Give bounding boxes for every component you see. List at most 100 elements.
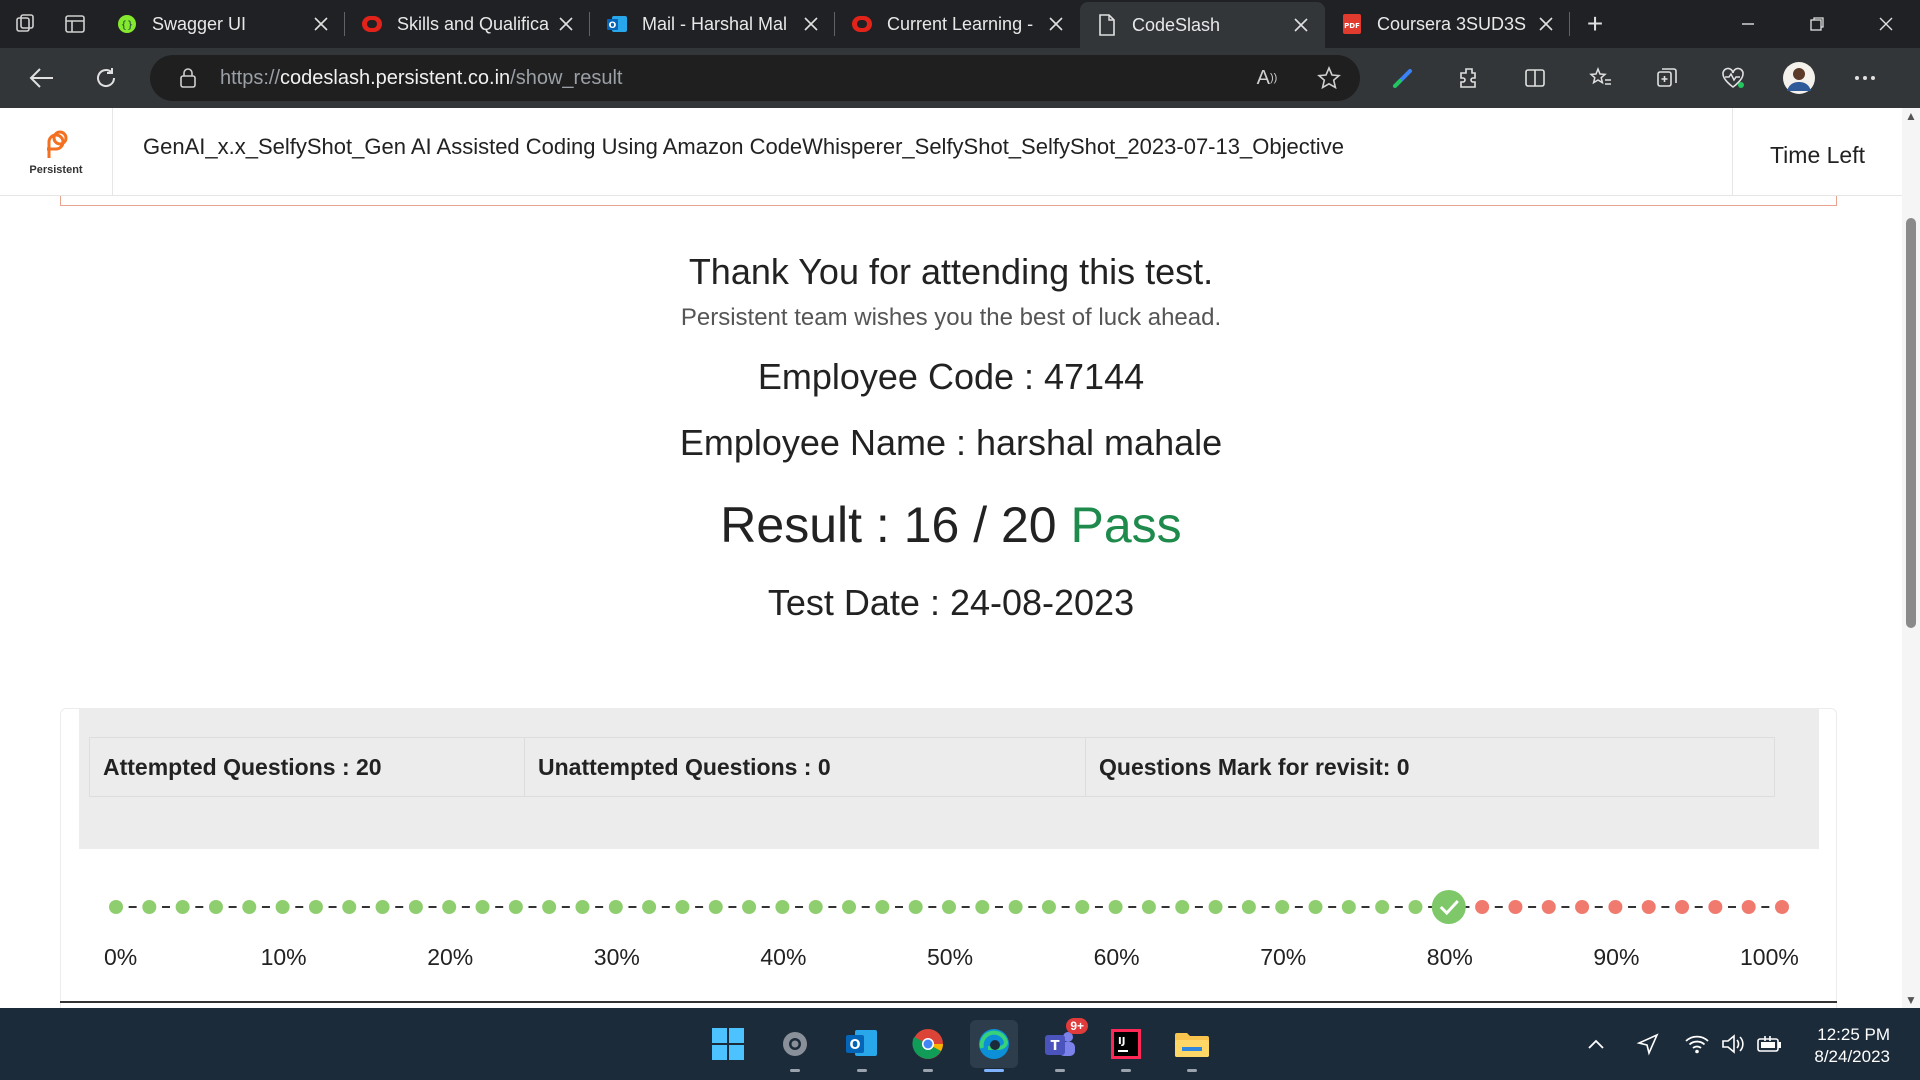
tick-label: 10% — [261, 944, 307, 970]
close-icon[interactable] — [1044, 12, 1068, 36]
tick-label: 60% — [1094, 944, 1140, 970]
outlook-icon[interactable]: O — [838, 1020, 886, 1072]
scroll-thumb[interactable] — [1906, 218, 1916, 628]
edge-icon[interactable] — [970, 1020, 1018, 1072]
tab-actions-icon[interactable] — [50, 0, 100, 48]
close-icon[interactable] — [309, 12, 333, 36]
battery-icon[interactable] — [1756, 1008, 1784, 1080]
progress-dot-passed — [1041, 900, 1056, 914]
progress-dot-passed — [808, 900, 823, 914]
progress-dot-passed — [642, 900, 657, 914]
wishes-text: Persistent team wishes you the best of l… — [680, 304, 1222, 331]
result-frame-border — [60, 196, 1837, 206]
section-divider — [60, 1001, 1837, 1003]
url-field[interactable]: https://codeslash.persistent.co.in/show_… — [150, 55, 1360, 101]
tab-coursera[interactable]: PDF Coursera 3SUD3S — [1325, 0, 1570, 48]
tab-current-learning[interactable]: Current Learning - — [835, 0, 1080, 48]
persistent-logo[interactable]: Persistent — [0, 108, 113, 196]
system-clock[interactable]: 12:25 PM 8/24/2023 — [1814, 1024, 1890, 1068]
back-button[interactable] — [10, 48, 74, 108]
teams-icon[interactable]: T 9+ — [1036, 1018, 1088, 1072]
progress-dot-passed — [1141, 900, 1156, 914]
progress-dot-remaining — [1641, 900, 1656, 914]
wifi-icon[interactable] — [1684, 1008, 1710, 1080]
progress-dot-passed — [508, 900, 523, 914]
app-header: Persistent GenAI_x.x_SelfyShot_Gen AI As… — [0, 108, 1902, 196]
brand-name: Persistent — [29, 164, 83, 176]
restore-button[interactable] — [1782, 0, 1851, 48]
lock-icon[interactable] — [176, 67, 200, 89]
close-window-button[interactable] — [1851, 0, 1920, 48]
tab-codeslash[interactable]: CodeSlash — [1080, 2, 1325, 48]
progress-dot-passed — [1241, 900, 1256, 914]
page-scrollbar[interactable]: ▲ ▼ — [1902, 108, 1920, 1008]
file-explorer-icon[interactable] — [1168, 1020, 1216, 1072]
result-label: Result : 16 / 20 — [720, 497, 1057, 553]
progress-dot-remaining — [1508, 900, 1523, 914]
tick-label: 40% — [760, 944, 806, 970]
close-icon[interactable] — [1534, 12, 1558, 36]
volume-icon[interactable] — [1720, 1008, 1746, 1080]
minimize-button[interactable] — [1713, 0, 1782, 48]
windows-taskbar: O T 9+ IJ 12:25 PM 8/24/2023 — [0, 1008, 1920, 1080]
tick-label: 80% — [1427, 944, 1473, 970]
progress-dot-passed — [475, 900, 490, 914]
progress-dot-remaining — [1741, 900, 1756, 914]
split-screen-icon[interactable] — [1502, 48, 1568, 108]
show-hidden-icons-chevron[interactable] — [1586, 1008, 1606, 1080]
tick-label: 0% — [104, 944, 137, 970]
close-icon[interactable] — [554, 12, 578, 36]
intellij-icon[interactable]: IJ — [1102, 1020, 1150, 1072]
progress-dot-passed — [408, 900, 423, 914]
settings-icon[interactable] — [771, 1020, 819, 1072]
pdf-icon: PDF — [1341, 13, 1363, 35]
progress-dot-passed — [342, 900, 357, 914]
favorite-star-icon[interactable] — [1298, 66, 1360, 90]
progress-dot-passed — [542, 900, 557, 914]
teams-badge: 9+ — [1066, 1018, 1088, 1034]
test-date: Test Date : 24-08-2023 — [767, 582, 1135, 623]
scroll-down-arrow[interactable]: ▼ — [1905, 994, 1917, 1006]
tab-label: Skills and Qualifica — [397, 13, 550, 34]
page-content: Persistent GenAI_x.x_SelfyShot_Gen AI As… — [0, 108, 1902, 1008]
extension-pen-icon[interactable] — [1370, 48, 1436, 108]
progress-dot-passed — [608, 900, 623, 914]
time-left-label: Time Left — [1732, 108, 1902, 195]
extensions-icon[interactable] — [1436, 48, 1502, 108]
result-score: Result : 16 / 20 Pass — [0, 496, 1902, 554]
oracle-icon — [361, 13, 383, 35]
performance-heart-icon[interactable] — [1700, 48, 1766, 108]
profile-avatar[interactable] — [1766, 48, 1832, 108]
start-icon[interactable] — [704, 1020, 752, 1068]
progress-dot-remaining — [1608, 900, 1623, 914]
workspaces-icon[interactable] — [0, 0, 50, 48]
new-tab-button[interactable]: + — [1570, 0, 1620, 48]
progress-dot-passed — [175, 900, 190, 914]
result-status: Pass — [1070, 497, 1182, 553]
progress-dot-remaining — [1708, 900, 1723, 914]
svg-text:O: O — [849, 1038, 860, 1053]
favorites-icon[interactable] — [1568, 48, 1634, 108]
address-bar-row: https://codeslash.persistent.co.in/show_… — [0, 48, 1920, 108]
progress-dot-passed — [1275, 900, 1290, 914]
read-aloud-icon[interactable]: A)) — [1236, 67, 1298, 90]
tab-label: Current Learning - — [887, 13, 1034, 34]
progress-dot-passed — [942, 900, 956, 914]
tick-label: 20% — [427, 944, 473, 970]
progress-dot-remaining — [1775, 900, 1789, 914]
progress-dot-passed — [875, 900, 890, 914]
close-icon[interactable] — [799, 12, 823, 36]
progress-dot-passed — [275, 900, 290, 914]
more-menu-icon[interactable] — [1832, 48, 1898, 108]
tick-label: 30% — [594, 944, 640, 970]
tab-skills[interactable]: Skills and Qualifica — [345, 0, 590, 48]
collections-icon[interactable] — [1634, 48, 1700, 108]
chrome-icon[interactable] — [904, 1020, 952, 1072]
location-icon[interactable] — [1636, 1008, 1660, 1080]
clock-time: 12:25 PM — [1817, 1025, 1890, 1044]
tab-swagger[interactable]: {} Swagger UI — [100, 0, 345, 48]
tab-mail[interactable]: O Mail - Harshal Mal — [590, 0, 835, 48]
close-icon[interactable] — [1289, 13, 1313, 37]
scroll-up-arrow[interactable]: ▲ — [1905, 110, 1917, 122]
refresh-button[interactable] — [74, 48, 138, 108]
